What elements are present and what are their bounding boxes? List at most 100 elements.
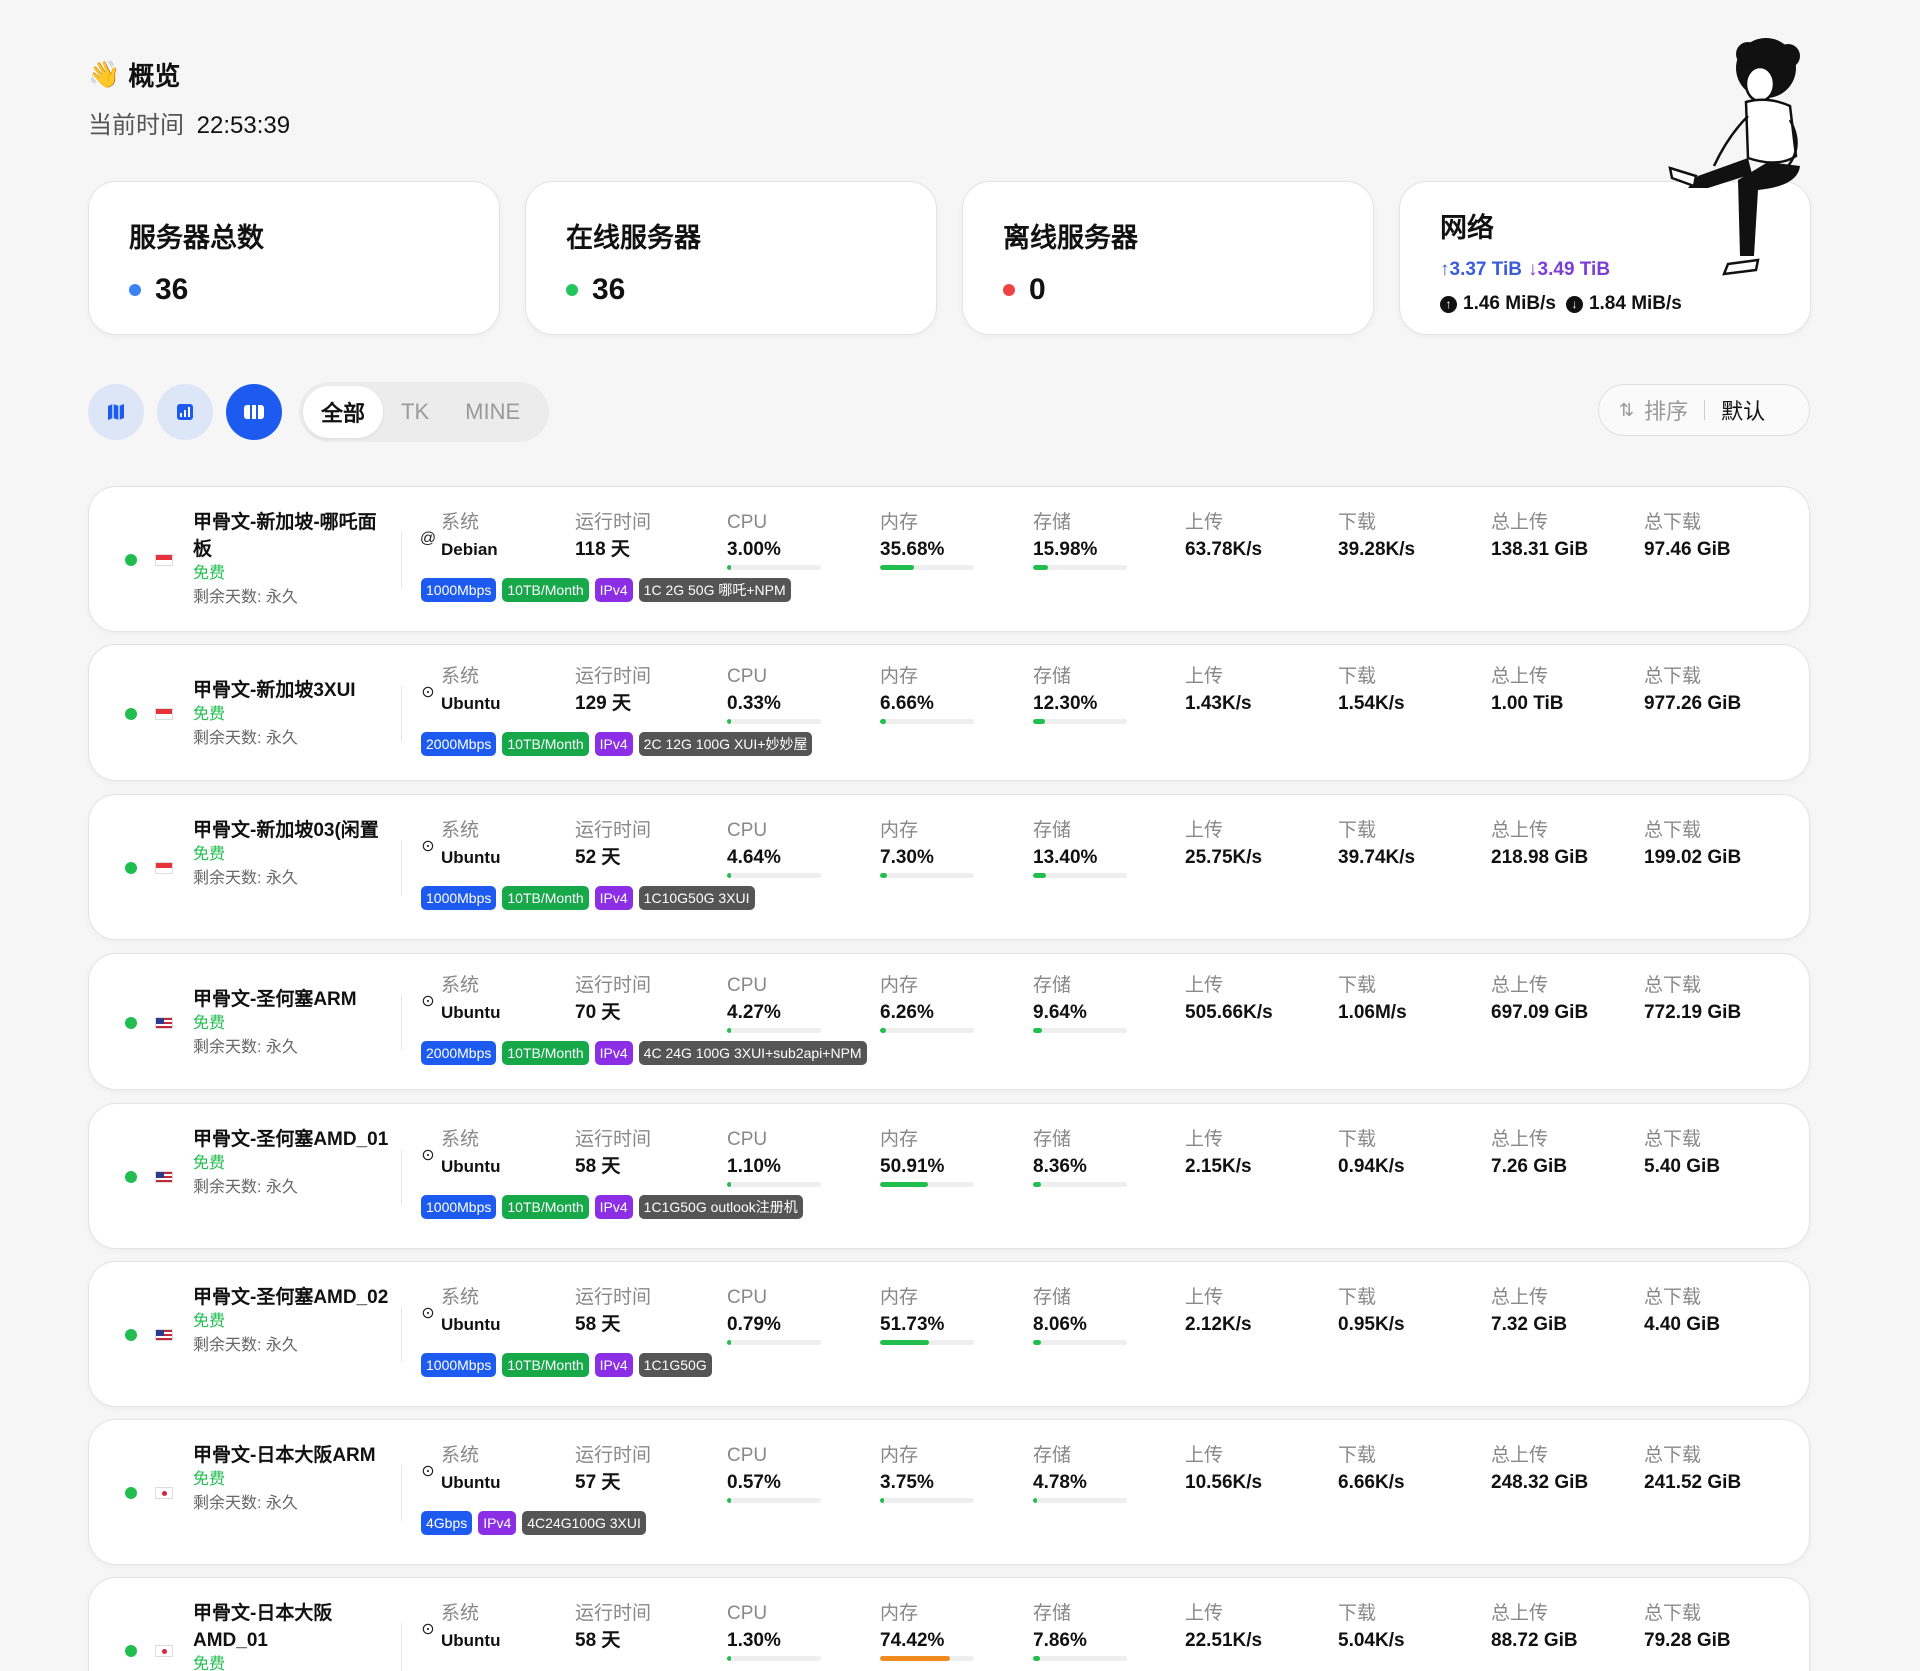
network-speed: ↑ 1.46 MiB/s ↓ 1.84 MiB/s: [1440, 293, 1770, 315]
server-card[interactable]: 甲骨文-新加坡-哪吒面板 免费 剩余天数: 永久 @ 系统 Debian 运行时间 118 天…: [88, 486, 1810, 632]
metric-label: 总下载: [1644, 1287, 1702, 1308]
metric-cpu: CPU 0.57%: [727, 1443, 857, 1503]
current-time-label: 当前时间: [88, 112, 184, 139]
usage-bar-fill: [880, 1028, 886, 1033]
metric-value: 79.28 GiB: [1644, 1630, 1731, 1651]
metric-value: 138.31 GiB: [1491, 539, 1589, 560]
grid-view-button[interactable]: [226, 384, 282, 440]
server-tag: 1000Mbps: [421, 1353, 497, 1377]
filter-tab-mine[interactable]: MINE: [447, 386, 538, 438]
metric-value: 0.33%: [727, 693, 781, 714]
metric-label: CPU: [727, 666, 768, 687]
metric-value: 7.30%: [880, 847, 934, 868]
filter-tab-tk[interactable]: TK: [383, 386, 447, 438]
metric-label: 总下载: [1644, 1445, 1702, 1466]
usage-bar-fill: [727, 873, 732, 878]
server-tag: 10TB/Month: [502, 1195, 589, 1219]
offline-servers-value-row: 0: [1003, 273, 1333, 307]
server-tags: 1000Mbps 10TB/Month IPv4 1C1G50G outlook注册机: [421, 1195, 803, 1219]
server-card[interactable]: 甲骨文-日本大阪AMD_01 免费 ⊙ 系统 Ubuntu 运行时间 58 天 CPU 1.30…: [88, 1577, 1810, 1671]
filter-tab-all[interactable]: 全部: [303, 386, 384, 438]
chart-view-button[interactable]: [157, 384, 213, 440]
metric-disk: 存储 4.78%: [1033, 1443, 1163, 1503]
metric-label: 总上传: [1491, 1603, 1549, 1624]
server-tag: IPv4: [594, 578, 633, 602]
server-name-block: 甲骨文-圣何塞AMD_01 免费 剩余天数: 永久: [193, 1126, 393, 1201]
usage-bar-fill: [1033, 1340, 1041, 1345]
divider: [401, 1307, 402, 1363]
metric-up: 上传 22.51K/s: [1185, 1601, 1315, 1654]
ubuntu-icon: ⊙: [421, 1463, 435, 1480]
metric-label: 存储: [1033, 512, 1072, 533]
metric-total-up: 总上传 218.98 GiB: [1491, 818, 1621, 871]
server-price: 免费: [193, 1313, 226, 1330]
server-tag: IPv4: [594, 1353, 633, 1377]
usage-bar: [727, 1182, 821, 1187]
server-name-block: 甲骨文-圣何塞ARM 免费 剩余天数: 永久: [193, 986, 393, 1061]
server-card[interactable]: 甲骨文-新加坡03(闲置 免费 剩余天数: 永久 ⊙ 系统 Ubuntu 运行时间 52 天 C…: [88, 794, 1810, 940]
overview-header: 👋 概览 当前时间 22:53:39: [88, 56, 290, 140]
stats-row: 服务器总数 36 在线服务器 36 离线服务器 0 网络 ↑3.37 TiB ↓3…: [88, 181, 1811, 335]
metric-label: 存储: [1033, 666, 1072, 687]
metric-label: 下载: [1338, 975, 1377, 996]
server-card[interactable]: 甲骨文-新加坡3XUI 免费 剩余天数: 永久 ⊙ 系统 Ubuntu 运行时间 129 天 C…: [88, 644, 1810, 781]
server-remaining-days: 剩余天数: 永久: [193, 730, 298, 747]
metric-label: 存储: [1033, 1445, 1072, 1466]
metric-label: CPU: [727, 1287, 768, 1308]
metric-value: 4.64%: [727, 847, 781, 868]
total-servers-card[interactable]: 服务器总数 36: [88, 181, 500, 335]
sort-selector[interactable]: ⇅ 排序 默认: [1598, 384, 1810, 436]
server-remaining-days: 剩余天数: 永久: [193, 1337, 298, 1354]
server-card[interactable]: 甲骨文-日本大阪ARM 免费 剩余天数: 永久 ⊙ 系统 Ubuntu 运行时间 57 天 CP…: [88, 1419, 1810, 1565]
server-price: 免费: [193, 1656, 226, 1671]
metric-mem: 内存 74.42%: [880, 1601, 1010, 1661]
metric-mem: 内存 6.66%: [880, 664, 1010, 724]
metric-os: 系统 Ubuntu: [441, 1127, 571, 1180]
metric-total-down: 总下载 772.19 GiB: [1644, 973, 1774, 1026]
metric-label: 上传: [1185, 1129, 1224, 1150]
usage-bar: [880, 719, 974, 724]
metric-value: Ubuntu: [441, 1315, 501, 1334]
metric-label: 运行时间: [575, 1287, 652, 1308]
usage-bar: [1033, 873, 1127, 878]
metric-value: 0.94K/s: [1338, 1156, 1405, 1177]
metric-mem: 内存 6.26%: [880, 973, 1010, 1033]
server-tag: 1C10G50G 3XUI: [638, 886, 755, 910]
divider: [401, 1465, 402, 1521]
metric-value: 10.56K/s: [1185, 1472, 1263, 1493]
metric-label: 内存: [880, 666, 919, 687]
metric-label: 存储: [1033, 1287, 1072, 1308]
metric-disk: 存储 8.06%: [1033, 1285, 1163, 1345]
server-card[interactable]: 甲骨文-圣何塞ARM 免费 剩余天数: 永久 ⊙ 系统 Ubuntu 运行时间 70 天 CPU…: [88, 953, 1810, 1090]
metric-label: 下载: [1338, 1129, 1377, 1150]
map-view-button[interactable]: [88, 384, 144, 440]
usage-bar: [1033, 719, 1127, 724]
metric-label: 总上传: [1491, 975, 1549, 996]
metric-value: 7.32 GiB: [1491, 1314, 1568, 1335]
metric-value: 13.40%: [1033, 847, 1098, 868]
metric-value: 4.40 GiB: [1644, 1314, 1721, 1335]
metric-label: 内存: [880, 1445, 919, 1466]
metric-total-up: 总上传 7.32 GiB: [1491, 1285, 1621, 1338]
offline-servers-card[interactable]: 离线服务器 0: [962, 181, 1374, 335]
online-servers-card[interactable]: 在线服务器 36: [525, 181, 937, 335]
metric-value: 4.27%: [727, 1002, 781, 1023]
usage-bar: [727, 565, 821, 570]
usage-bar-fill: [727, 719, 731, 724]
metric-value: Debian: [441, 540, 498, 559]
usage-bar: [1033, 565, 1127, 570]
metric-label: 总下载: [1644, 666, 1702, 687]
network-download-total: ↓3.49 TiB: [1528, 259, 1611, 280]
metric-label: 存储: [1033, 820, 1072, 841]
usage-bar-fill: [1033, 719, 1045, 724]
metric-down: 下载 0.94K/s: [1338, 1127, 1468, 1180]
metric-label: 总上传: [1491, 1445, 1549, 1466]
server-tag: 1000Mbps: [421, 578, 497, 602]
metric-uptime: 运行时间 57 天: [575, 1443, 705, 1496]
online-servers-value-row: 36: [566, 273, 896, 307]
total-servers-value: 36: [155, 273, 189, 306]
usage-bar: [880, 1340, 974, 1345]
server-card[interactable]: 甲骨文-圣何塞AMD_02 免费 剩余天数: 永久 ⊙ 系统 Ubuntu 运行时间 58 天…: [88, 1261, 1810, 1407]
server-tag: 4Gbps: [421, 1511, 473, 1535]
server-card[interactable]: 甲骨文-圣何塞AMD_01 免费 剩余天数: 永久 ⊙ 系统 Ubuntu 运行时间 58 天…: [88, 1103, 1810, 1249]
